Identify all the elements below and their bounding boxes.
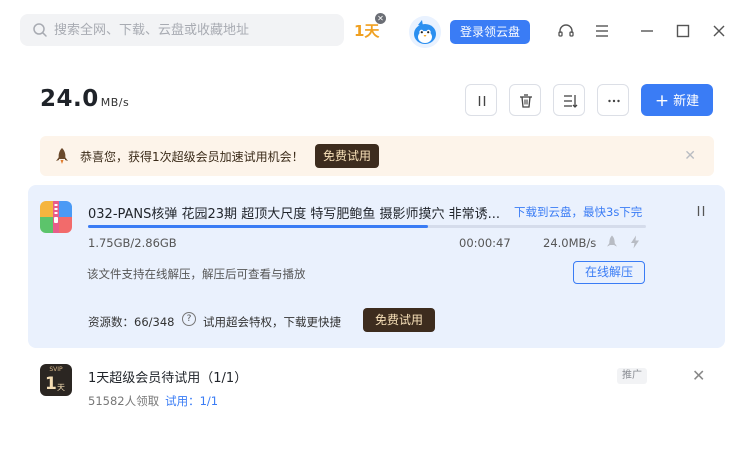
more-icon bbox=[608, 99, 620, 103]
task-file-name: 032-PANS核弹 花园23期 超顶大尺度 特写肥鲍鱼 摄影师摸穴 非常诱..… bbox=[88, 207, 500, 222]
task-size: 1.75GB/2.86GB bbox=[88, 236, 177, 250]
svip-icon-unit: 天 bbox=[57, 383, 65, 392]
search-icon bbox=[33, 23, 47, 37]
banner-free-trial-button[interactable]: 免费试用 bbox=[315, 144, 379, 168]
task-free-trial-button[interactable]: 免费试用 bbox=[363, 308, 435, 332]
trash-icon bbox=[520, 94, 532, 108]
menu-icon[interactable] bbox=[593, 22, 611, 40]
help-icon[interactable]: ? bbox=[182, 312, 196, 326]
bird-mascot-icon bbox=[409, 16, 441, 48]
privilege-text: 试用超会特权，下载更快捷 bbox=[203, 315, 341, 329]
sort-icon bbox=[564, 95, 578, 108]
maximize-icon[interactable] bbox=[674, 22, 692, 40]
download-manager-window: 1天 ✕ 登录领云盘 24.0MB/s bbox=[0, 0, 751, 464]
ad-tag: 推广 bbox=[617, 368, 647, 384]
new-task-button[interactable]: + 新建 bbox=[641, 84, 713, 116]
online-unzip-button[interactable]: 在线解压 bbox=[573, 261, 645, 284]
trial-badge-close-icon[interactable]: ✕ bbox=[375, 13, 386, 24]
search-input[interactable] bbox=[54, 14, 334, 46]
task-speed: 24.0MB/s bbox=[543, 236, 597, 250]
rocket-icon bbox=[56, 148, 68, 164]
speed-value: 24.0 bbox=[40, 86, 99, 112]
svip-icon-number: 1 bbox=[45, 374, 57, 394]
download-to-cloud-link[interactable]: 下载到云盘，最快3s下完 bbox=[514, 204, 642, 220]
login-button[interactable]: 登录领云盘 bbox=[450, 20, 530, 44]
banner-message: 恭喜您，获得1次超级会员加速试用机会！ bbox=[80, 150, 304, 164]
task-pause-icon[interactable] bbox=[694, 204, 708, 218]
resource-count: 资源数：66/348 bbox=[88, 315, 175, 329]
progress-bar-fill bbox=[88, 225, 428, 228]
new-button-label: 新建 bbox=[673, 94, 700, 109]
pause-all-button[interactable] bbox=[465, 84, 497, 116]
promo-banner: 恭喜您，获得1次超级会员加速试用机会！ 免费试用 ✕ bbox=[40, 136, 714, 176]
minimize-icon[interactable] bbox=[638, 22, 656, 40]
online-unzip-hint: 该文件支持在线解压，解压后可查看与播放 bbox=[87, 267, 306, 281]
headset-icon[interactable] bbox=[557, 22, 575, 40]
promo-trial-ratio: 试用：1/1 bbox=[165, 394, 219, 408]
search-box[interactable] bbox=[20, 14, 344, 46]
lightning-icon[interactable] bbox=[627, 234, 643, 250]
pause-icon bbox=[478, 96, 486, 106]
plus-icon: + bbox=[654, 91, 670, 111]
avatar[interactable] bbox=[409, 16, 441, 48]
banner-close-icon[interactable]: ✕ bbox=[684, 148, 696, 164]
promo-close-icon[interactable]: ✕ bbox=[692, 366, 705, 385]
svip-trial-icon: SVIP 1 天 bbox=[40, 364, 72, 396]
svip-icon-label: SVIP bbox=[49, 366, 63, 373]
speed-unit: MB/s bbox=[100, 96, 130, 109]
task-time-left: 00:00:47 bbox=[459, 236, 511, 250]
close-window-icon[interactable] bbox=[710, 22, 728, 40]
rocket-boost-icon[interactable] bbox=[604, 234, 620, 250]
sort-button[interactable] bbox=[553, 84, 585, 116]
promo-title: 1天超级会员待试用（1/1） bbox=[88, 371, 248, 386]
total-speed: 24.0 MB/s bbox=[40, 86, 129, 112]
more-button[interactable] bbox=[597, 84, 629, 116]
promo-subtitle: 51582人领取 试用：1/1 bbox=[88, 393, 218, 409]
delete-button[interactable] bbox=[509, 84, 541, 116]
archive-file-icon bbox=[40, 201, 72, 233]
promo-claimed-count: 51582人领取 bbox=[88, 394, 160, 408]
